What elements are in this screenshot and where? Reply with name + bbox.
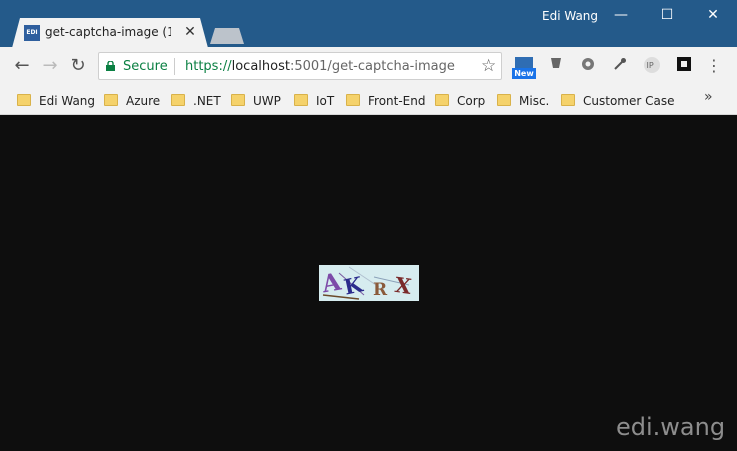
folder-icon	[561, 94, 575, 106]
chrome-menu-icon[interactable]: ⋮	[704, 56, 724, 76]
extension-cup-icon[interactable]	[546, 56, 566, 76]
folder-icon	[346, 94, 360, 106]
close-window-button[interactable]: ✕	[690, 0, 736, 30]
bookmark-folder-front-end[interactable]: Front-End	[346, 90, 426, 110]
extension-gear-icon[interactable]	[578, 56, 598, 76]
browser-tab[interactable]: EDI get-captcha-image (100x ✕	[12, 18, 208, 48]
maximize-button[interactable]: ☐	[644, 0, 690, 30]
bookmark-folder-iot[interactable]: IoT	[294, 90, 334, 110]
lock-icon	[106, 61, 115, 71]
back-button[interactable]: ←	[10, 54, 34, 78]
new-badge-label: New	[512, 68, 536, 79]
folder-icon	[17, 94, 31, 106]
folder-icon	[294, 94, 308, 106]
more-bookmarks-chevron-icon[interactable]: »	[704, 89, 713, 105]
folder-icon	[435, 94, 449, 106]
captcha-char: X	[393, 271, 413, 300]
bookmark-folder-edi-wang[interactable]: Edi Wang	[17, 90, 95, 110]
ip-extension-icon[interactable]: IP	[642, 56, 662, 76]
bookmark-star-icon[interactable]: ☆	[481, 56, 496, 76]
bookmark-folder-uwp[interactable]: UWP	[231, 90, 281, 110]
folder-icon	[171, 94, 185, 106]
captcha-char: R	[373, 280, 388, 300]
folder-icon	[104, 94, 118, 106]
bookmarks-bar: Edi Wang Azure .NET UWP IoT Front-End Co…	[0, 85, 737, 115]
omnibox-divider	[174, 58, 175, 75]
new-extension-icon[interactable]: New	[512, 57, 536, 79]
favicon-icon: EDI	[24, 25, 40, 41]
url-path: :5001/get-captcha-image	[289, 59, 455, 74]
tab-title: get-captcha-image (100x	[45, 25, 171, 39]
square-extension-icon[interactable]	[674, 56, 694, 76]
bookmark-folder-dotnet[interactable]: .NET	[171, 90, 221, 110]
minimize-button[interactable]: —	[598, 0, 644, 30]
url-host: localhost	[231, 59, 290, 74]
bookmark-folder-customer-case[interactable]: Customer Case	[561, 90, 674, 110]
reload-button[interactable]: ↻	[66, 54, 90, 78]
url-protocol: https://	[185, 59, 232, 74]
forward-button[interactable]: →	[38, 54, 62, 78]
secure-label: Secure	[123, 59, 168, 74]
profile-name[interactable]: Edi Wang	[542, 9, 598, 23]
bookmark-folder-corp[interactable]: Corp	[435, 90, 485, 110]
window-titlebar: EDI get-captcha-image (100x ✕ Edi Wang —…	[0, 0, 737, 47]
captcha-image: A K R X	[319, 265, 419, 301]
url-text[interactable]: https://localhost:5001/get-captcha-image	[185, 59, 455, 74]
bookmark-folder-misc[interactable]: Misc.	[497, 90, 549, 110]
watermark-text: edi.wang	[616, 413, 726, 441]
tab-close-icon[interactable]: ✕	[182, 23, 198, 41]
eyedropper-icon[interactable]	[610, 56, 630, 76]
new-tab-button[interactable]	[210, 28, 244, 44]
browser-toolbar: ← → ↻ Secure https://localhost:5001/get-…	[0, 47, 737, 85]
folder-icon	[231, 94, 245, 106]
bookmark-folder-azure[interactable]: Azure	[104, 90, 160, 110]
address-bar[interactable]: Secure https://localhost:5001/get-captch…	[98, 52, 502, 80]
svg-text:IP: IP	[647, 61, 654, 70]
folder-icon	[497, 94, 511, 106]
